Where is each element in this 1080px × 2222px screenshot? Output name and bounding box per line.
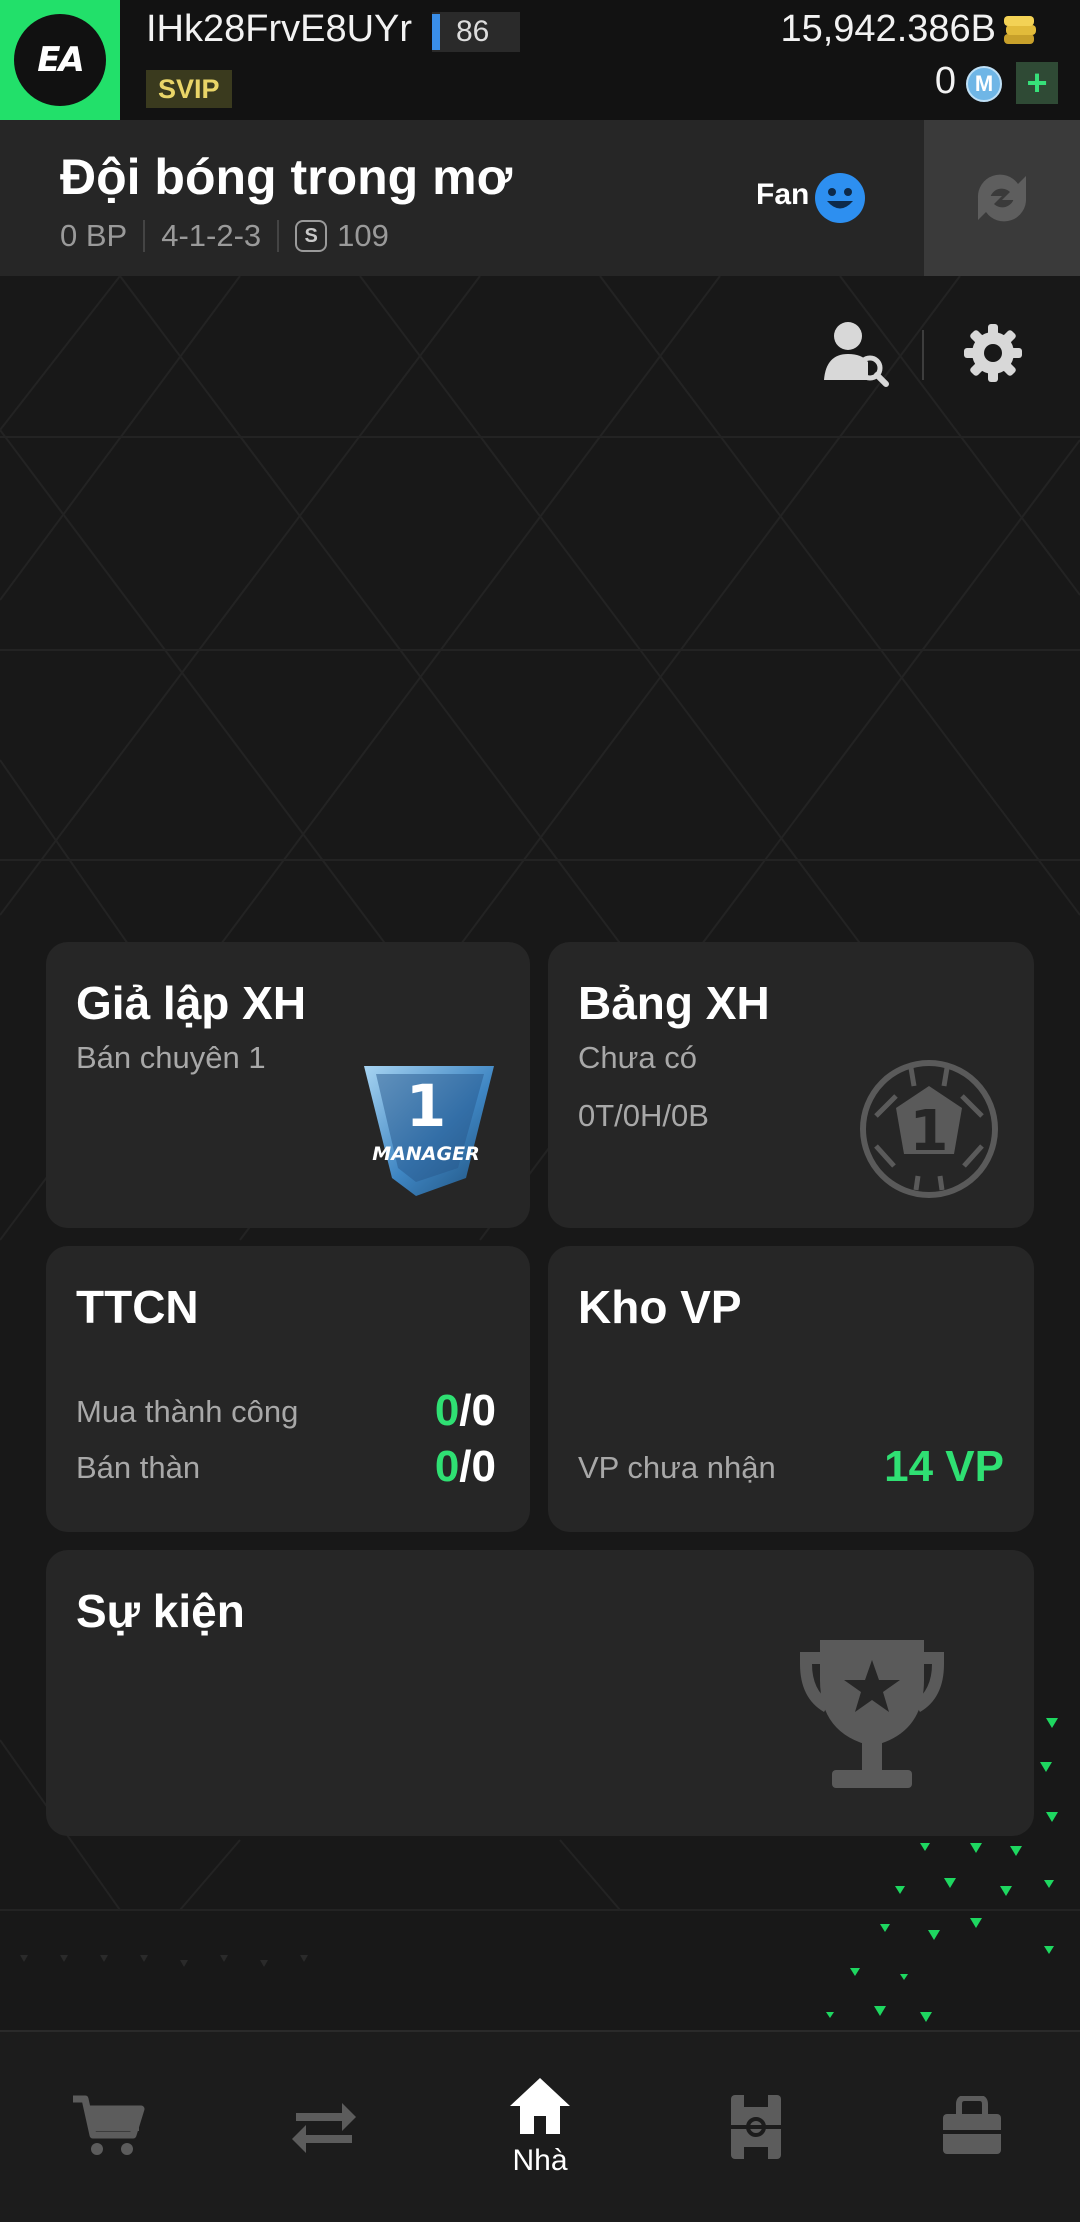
m-coin-icon: M [966,66,1002,102]
vip-badge[interactable]: SVIP [146,70,232,108]
card-subtitle: Bán chuyên 1 [76,1040,266,1075]
sell-label: Bán thàn [76,1450,201,1485]
svg-text:1: 1 [406,1072,446,1140]
nav-inventory[interactable] [864,2032,1080,2222]
add-currency-button[interactable]: + [1016,62,1058,104]
top-bar: EA IHk28FrvE8UYr 86 SVIP 15,942.386B 0 M… [0,0,1080,120]
trophy-icon [800,1640,944,1788]
card-title: TTCN [76,1281,199,1333]
coins-balance: 15,942.386B [780,8,996,50]
level-bar [432,14,440,50]
card-title: Bảng XH [578,977,770,1029]
search-player-icon[interactable] [822,318,892,388]
username[interactable]: IHk28FrvE8UYr [146,8,412,51]
card-title: Sự kiện [76,1585,245,1637]
transfer-icon [292,2103,356,2153]
vp-storage-card[interactable]: Kho VP VP chưa nhận 14 VP [548,1246,1034,1532]
vp-unclaimed-value: 14 VP [884,1442,1004,1491]
bottom-nav: Nhà [0,2030,1080,2222]
swap-icon [977,174,1027,222]
buy-total-count: /0 [459,1386,496,1435]
nav-home-label: Nhà [512,2144,568,2177]
card-title: Kho VP [578,1281,742,1333]
fan-smiley-icon[interactable] [814,172,866,224]
ea-logo-button[interactable]: EA [0,0,120,120]
bag-icon [943,2096,1001,2154]
vp-unclaimed-label: VP chưa nhận [578,1450,776,1485]
team-bp: 0 BP [60,218,128,253]
home-icon [510,2078,570,2134]
nav-pitch[interactable] [648,2032,864,2222]
events-card[interactable]: Sự kiện [46,1550,1034,1836]
level-badge: 86 [432,12,520,52]
nav-shop[interactable] [0,2032,216,2222]
m-coins-balance: 0 [934,60,956,102]
nav-home[interactable]: Nhà [432,2032,648,2222]
buy-success-count: 0 [434,1386,460,1435]
ea-logo-text: EA [37,40,85,80]
buy-success-value: 0/0 [435,1386,496,1436]
sell-value: 0/0 [435,1442,496,1492]
meta-divider [143,220,146,252]
team-name[interactable]: Đội bóng trong mơ [60,148,512,206]
ranking-table-card[interactable]: Bảng XH Chưa có 0T/0H/0B 1 [548,942,1034,1228]
season-value: 109 [337,218,389,253]
ttcn-card[interactable]: TTCN Mua thành công 0/0 Bán thàn 0/0 [46,1246,530,1532]
sell-success-count: 0 [434,1442,460,1491]
svg-text:1: 1 [910,1099,949,1164]
team-formation: 4-1-2-3 [161,218,262,253]
season-icon: S [295,220,328,252]
rank-ball-icon: 1 [860,1060,998,1198]
swap-team-button[interactable] [924,120,1080,276]
fan-label[interactable]: Fan [756,178,809,212]
simulation-ranking-card[interactable]: Giả lập XH Bán chuyên 1 1 MANAGER [46,942,530,1228]
buy-success-label: Mua thành công [76,1394,299,1429]
settings-gear-icon[interactable] [962,322,1024,384]
icon-divider [922,330,924,380]
pitch-icon [731,2095,781,2159]
team-header: Đội bóng trong mơ 0 BP 4-1-2-3 S 109 Fan [0,120,1080,276]
ranking-status: Chưa có [578,1040,697,1075]
manager-badge-icon: 1 MANAGER [364,1066,494,1196]
ea-logo: EA [14,14,106,106]
sell-total-count: /0 [459,1442,496,1491]
ranking-record: 0T/0H/0B [578,1098,709,1133]
manager-badge-text: MANAGER [372,1143,479,1165]
level-value: 86 [456,15,490,48]
cart-icon [73,2095,145,2155]
meta-divider [277,220,280,252]
coins-icon [1004,16,1036,44]
card-title: Giả lập XH [76,977,307,1029]
nav-transfer[interactable] [216,2032,432,2222]
team-meta: 0 BP 4-1-2-3 S 109 [60,218,389,254]
